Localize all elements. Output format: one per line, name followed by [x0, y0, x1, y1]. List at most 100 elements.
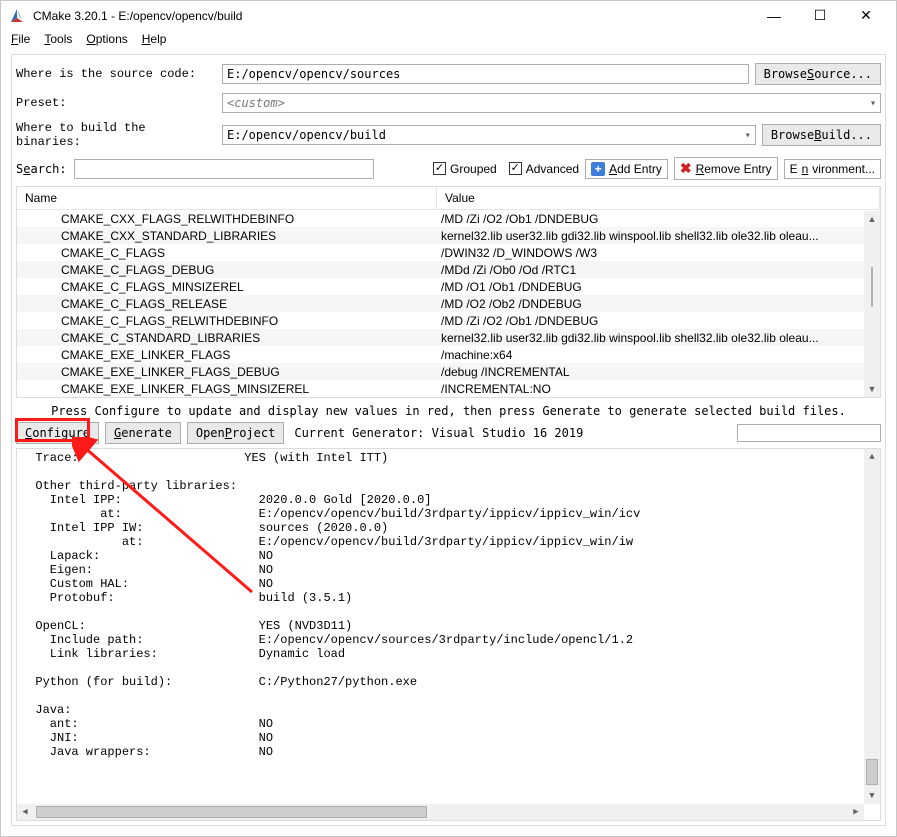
environment-button[interactable]: Environment... — [784, 159, 881, 179]
remove-entry-button[interactable]: ✖ Remove Entry — [674, 157, 778, 180]
table-row[interactable]: CMAKE_C_FLAGS_DEBUG/MDd /Zi /Ob0 /Od /RT… — [17, 261, 880, 278]
output-horizontal-scrollbar[interactable]: ◀ ▶ — [17, 804, 864, 820]
search-row: Search: ✓ Grouped ✓ Advanced + Add Entry… — [16, 157, 881, 180]
table-row[interactable]: CMAKE_C_FLAGS_RELEASE/MD /O2 /Ob2 /DNDEB… — [17, 295, 880, 312]
build-row: Where to build the binaries: E:/opencv/o… — [16, 121, 881, 149]
source-row: Where is the source code: Browse Source.… — [16, 63, 881, 85]
table-row[interactable]: CMAKE_CXX_STANDARD_LIBRARIESkernel32.lib… — [17, 227, 880, 244]
vertical-scrollbar[interactable]: ▲ ▼ — [864, 211, 880, 397]
hint-text: Press Configure to update and display ne… — [16, 404, 881, 418]
menu-tools[interactable]: Tools — [44, 32, 72, 46]
cache-variable-value[interactable]: kernel32.lib user32.lib gdi32.lib winspo… — [437, 331, 880, 345]
cache-variable-name: CMAKE_CXX_FLAGS_RELWITHDEBINFO — [17, 212, 437, 226]
list-body[interactable]: CMAKE_CXX_FLAGS_RELWITHDEBINFO/MD /Zi /O… — [17, 210, 880, 397]
source-label: Where is the source code: — [16, 67, 216, 81]
scroll-right-icon[interactable]: ▶ — [848, 804, 864, 820]
table-row[interactable]: CMAKE_EXE_LINKER_FLAGS_MINSIZEREL/INCREM… — [17, 380, 880, 397]
cmake-logo-icon — [9, 8, 25, 24]
preset-value: <custom> — [227, 96, 285, 110]
cache-variable-name: CMAKE_EXE_LINKER_FLAGS_MINSIZEREL — [17, 382, 437, 396]
scroll-down-icon[interactable]: ▼ — [864, 788, 880, 804]
cache-variable-name: CMAKE_C_FLAGS_MINSIZEREL — [17, 280, 437, 294]
cache-variable-name: CMAKE_C_FLAGS_RELEASE — [17, 297, 437, 311]
maximize-icon[interactable]: ☐ — [806, 7, 834, 24]
cache-variable-name: CMAKE_C_FLAGS — [17, 246, 437, 260]
menu-help[interactable]: Help — [142, 32, 167, 46]
column-name[interactable]: Name — [17, 187, 437, 209]
generator-status: Current Generator: Visual Studio 16 2019 — [294, 426, 583, 440]
cache-variable-name: CMAKE_CXX_STANDARD_LIBRARIES — [17, 229, 437, 243]
app-window: CMake 3.20.1 - E:/opencv/opencv/build — … — [0, 0, 897, 837]
cache-variable-value[interactable]: /DWIN32 /D_WINDOWS /W3 — [437, 246, 880, 260]
list-header: Name Value — [17, 187, 880, 210]
column-value[interactable]: Value — [437, 187, 880, 209]
table-row[interactable]: CMAKE_EXE_LINKER_FLAGS/machine:x64 — [17, 346, 880, 363]
table-row[interactable]: CMAKE_EXE_LINKER_FLAGS_DEBUG/debug /INCR… — [17, 363, 880, 380]
build-select[interactable]: E:/opencv/opencv/build ▾ — [222, 125, 756, 145]
cache-variable-value[interactable]: /MD /O1 /Ob1 /DNDEBUG — [437, 280, 880, 294]
output-text: Trace: YES (with Intel ITT) Other third-… — [21, 451, 640, 759]
add-entry-button[interactable]: + Add Entry — [585, 159, 668, 179]
table-row[interactable]: CMAKE_C_FLAGS_RELWITHDEBINFO/MD /Zi /O2 … — [17, 312, 880, 329]
cache-variable-value[interactable]: /MD /Zi /O2 /Ob1 /DNDEBUG — [437, 314, 880, 328]
build-label: Where to build the binaries: — [16, 121, 216, 149]
menu-bar: File Tools Options Help — [1, 28, 896, 54]
cache-variable-value[interactable]: /machine:x64 — [437, 348, 880, 362]
configure-button[interactable]: Configure — [16, 422, 99, 444]
cache-variable-value[interactable]: /MD /O2 /Ob2 /DNDEBUG — [437, 297, 880, 311]
preset-select[interactable]: <custom> ▾ — [222, 93, 881, 113]
scroll-up-icon[interactable]: ▲ — [864, 449, 880, 465]
search-input[interactable] — [74, 159, 374, 179]
scroll-down-icon[interactable]: ▼ — [864, 381, 880, 397]
cache-variable-name: CMAKE_EXE_LINKER_FLAGS — [17, 348, 437, 362]
preset-row: Preset: <custom> ▾ — [16, 93, 881, 113]
cache-variable-value[interactable]: /MDd /Zi /Ob0 /Od /RTC1 — [437, 263, 880, 277]
check-icon: ✓ — [509, 162, 522, 175]
table-row[interactable]: CMAKE_C_STANDARD_LIBRARIESkernel32.lib u… — [17, 329, 880, 346]
output-panel[interactable]: Trace: YES (with Intel ITT) Other third-… — [16, 448, 881, 821]
build-value: E:/opencv/opencv/build — [227, 128, 386, 142]
browse-source-button[interactable]: Browse Source... — [755, 63, 881, 85]
cache-variable-value[interactable]: /INCREMENTAL:NO — [437, 382, 880, 396]
menu-file[interactable]: File — [11, 32, 30, 46]
scroll-up-icon[interactable]: ▲ — [864, 211, 880, 227]
open-project-button[interactable]: Open Project — [187, 422, 285, 444]
scrollbar-thumb[interactable] — [36, 806, 427, 818]
cross-icon: ✖ — [680, 160, 692, 177]
cache-variable-value[interactable]: kernel32.lib user32.lib gdi32.lib winspo… — [437, 229, 880, 243]
cache-variable-name: CMAKE_EXE_LINKER_FLAGS_DEBUG — [17, 365, 437, 379]
window-title: CMake 3.20.1 - E:/opencv/opencv/build — [33, 9, 760, 23]
generate-button[interactable]: Generate — [105, 422, 181, 444]
cache-list: Name Value CMAKE_CXX_FLAGS_RELWITHDEBINF… — [16, 186, 881, 398]
chevron-down-icon: ▾ — [870, 98, 876, 109]
table-row[interactable]: CMAKE_C_FLAGS_MINSIZEREL/MD /O1 /Ob1 /DN… — [17, 278, 880, 295]
chevron-down-icon: ▾ — [745, 130, 751, 141]
close-icon[interactable]: ✕ — [852, 7, 880, 24]
cache-variable-value[interactable]: /debug /INCREMENTAL — [437, 365, 880, 379]
table-row[interactable]: CMAKE_C_FLAGS/DWIN32 /D_WINDOWS /W3 — [17, 244, 880, 261]
plus-icon: + — [591, 162, 605, 176]
browse-build-button[interactable]: Browse Build... — [762, 124, 881, 146]
progress-bar — [737, 424, 881, 442]
menu-options[interactable]: Options — [86, 32, 127, 46]
preset-label: Preset: — [16, 96, 216, 110]
title-bar[interactable]: CMake 3.20.1 - E:/opencv/opencv/build — … — [1, 1, 896, 28]
minimize-icon[interactable]: — — [760, 8, 788, 24]
source-input[interactable] — [222, 64, 749, 84]
cache-variable-name: CMAKE_C_FLAGS_RELWITHDEBINFO — [17, 314, 437, 328]
scrollbar-thumb[interactable] — [871, 267, 873, 307]
table-row[interactable]: CMAKE_CXX_FLAGS_RELWITHDEBINFO/MD /Zi /O… — [17, 210, 880, 227]
check-icon: ✓ — [433, 162, 446, 175]
content-area: Where is the source code: Browse Source.… — [11, 54, 886, 826]
search-label: Search: — [16, 162, 68, 176]
cache-variable-name: CMAKE_C_STANDARD_LIBRARIES — [17, 331, 437, 345]
cache-variable-name: CMAKE_C_FLAGS_DEBUG — [17, 263, 437, 277]
action-row: Configure Generate Open Project Current … — [16, 422, 881, 444]
cache-variable-value[interactable]: /MD /Zi /O2 /Ob1 /DNDEBUG — [437, 212, 880, 226]
scrollbar-thumb[interactable] — [866, 759, 878, 785]
scroll-left-icon[interactable]: ◀ — [17, 804, 33, 820]
grouped-checkbox[interactable]: ✓ Grouped — [433, 162, 497, 176]
advanced-checkbox[interactable]: ✓ Advanced — [509, 162, 579, 176]
output-vertical-scrollbar[interactable]: ▲ ▼ — [864, 449, 880, 804]
window-controls: — ☐ ✕ — [760, 7, 888, 24]
